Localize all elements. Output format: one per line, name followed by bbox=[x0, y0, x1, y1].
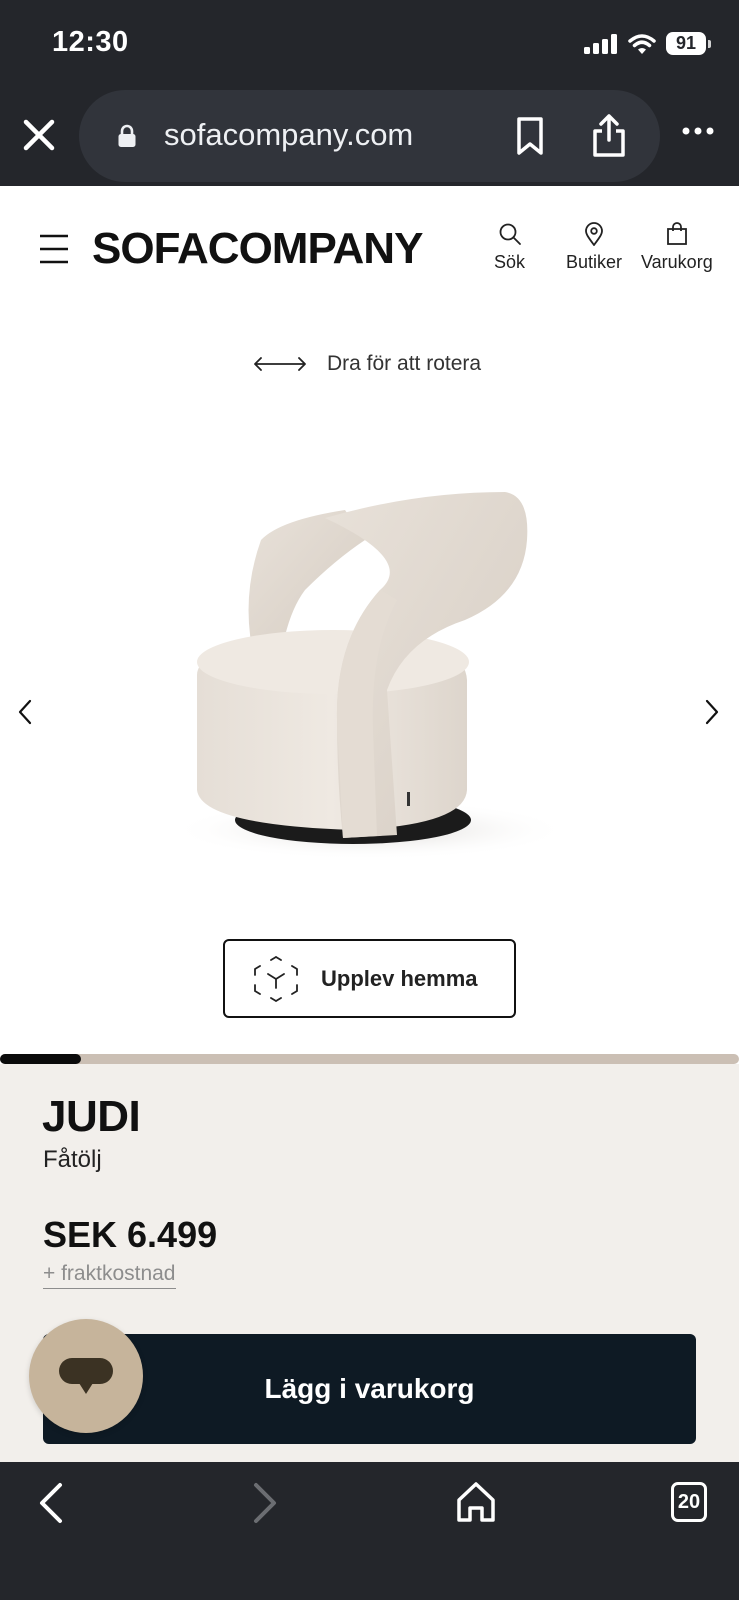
product-price: SEK 6.499 bbox=[43, 1214, 218, 1255]
ar-view-button[interactable]: Upplev hemma bbox=[223, 939, 516, 1018]
product-image[interactable] bbox=[165, 480, 575, 880]
home-icon[interactable] bbox=[455, 1480, 497, 1524]
battery-icon: 91 bbox=[666, 32, 711, 55]
address-bar[interactable]: sofacompany.com bbox=[79, 90, 660, 182]
status-time: 12:30 bbox=[52, 26, 129, 58]
close-icon[interactable] bbox=[20, 116, 58, 154]
shipping-cost-link[interactable]: + fraktkostnad bbox=[43, 1262, 176, 1289]
carousel-prev-icon[interactable] bbox=[15, 698, 35, 726]
nav-search[interactable]: Sök bbox=[494, 222, 525, 273]
status-bar: 12:30 91 bbox=[0, 0, 739, 86]
page: 12:30 91 sofacompany.com SOFACOMPANY Sök… bbox=[0, 0, 739, 1600]
search-icon bbox=[499, 223, 521, 245]
image-carousel-progress bbox=[0, 1054, 739, 1064]
lock-icon bbox=[118, 124, 136, 147]
carousel-next-icon[interactable] bbox=[702, 698, 722, 726]
location-pin-icon bbox=[585, 222, 603, 246]
battery-level: 91 bbox=[666, 32, 706, 55]
nav-stores-label: Butiker bbox=[566, 252, 623, 272]
nav-cart-label: Varukorg bbox=[641, 252, 713, 272]
status-icons: 91 bbox=[584, 32, 711, 55]
forward-icon[interactable] bbox=[250, 1481, 280, 1525]
chat-button[interactable] bbox=[29, 1319, 143, 1433]
product-info-panel: JUDI Fåtölj SEK 6.499 + fraktkostnad Läg… bbox=[0, 1064, 739, 1462]
nav-search-label: Sök bbox=[494, 252, 526, 272]
chat-bubble-icon bbox=[59, 1358, 113, 1394]
nav-stores[interactable]: Butiker bbox=[566, 222, 622, 273]
image-carousel-progress-fill bbox=[0, 1054, 82, 1064]
site-header: SOFACOMPANY Sök Butiker Varukorg bbox=[0, 186, 739, 312]
rotate-hint-text: Dra för att rotera bbox=[327, 352, 482, 375]
shopping-bag-icon bbox=[666, 222, 687, 245]
browser-toolbar: sofacompany.com bbox=[0, 86, 739, 186]
signal-icon bbox=[584, 33, 617, 54]
back-icon[interactable] bbox=[36, 1481, 66, 1525]
double-arrow-icon bbox=[254, 357, 306, 371]
ar-cube-icon bbox=[254, 955, 298, 1002]
product-type: Fåtölj bbox=[43, 1146, 102, 1173]
share-icon[interactable] bbox=[591, 112, 627, 158]
url-text: sofacompany.com bbox=[164, 117, 414, 152]
rotate-hint: Dra för att rotera bbox=[253, 352, 481, 376]
add-to-cart-label: Lägg i varukorg bbox=[264, 1373, 475, 1404]
ar-view-label: Upplev hemma bbox=[321, 965, 478, 991]
hamburger-menu-icon[interactable] bbox=[40, 234, 68, 264]
nav-cart[interactable]: Varukorg bbox=[641, 222, 713, 273]
wifi-icon bbox=[628, 33, 656, 54]
product-name: JUDI bbox=[42, 1092, 141, 1141]
site-logo[interactable]: SOFACOMPANY bbox=[92, 224, 423, 274]
browser-bottom-bar: 20 bbox=[0, 1462, 739, 1600]
battery-cap bbox=[708, 39, 711, 48]
bookmark-icon[interactable] bbox=[514, 116, 546, 156]
tabs-count: 20 bbox=[677, 1490, 701, 1513]
tabs-button[interactable]: 20 bbox=[671, 1482, 707, 1522]
more-icon[interactable] bbox=[681, 124, 715, 138]
